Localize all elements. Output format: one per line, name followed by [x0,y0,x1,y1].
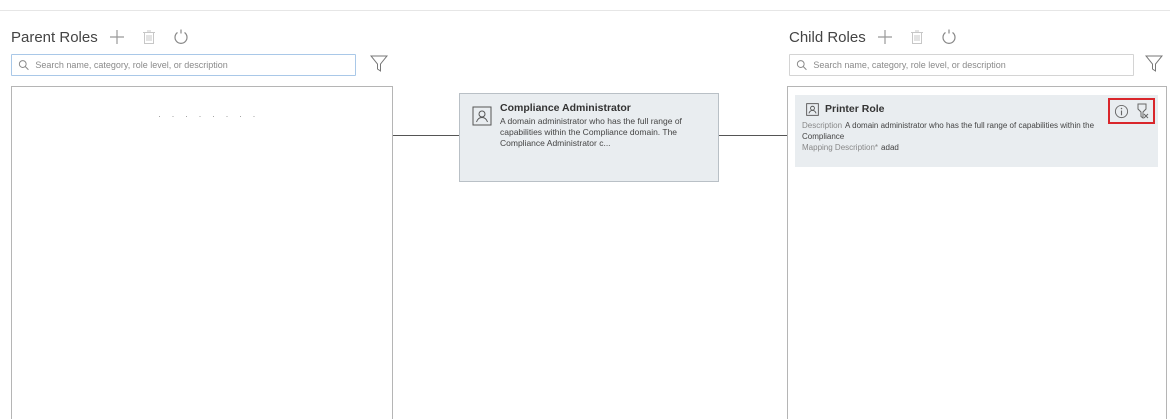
parent-connector-line [393,135,459,136]
top-divider [0,10,1170,11]
child-role-details: Description A domain administrator who ha… [802,120,1102,153]
search-icon [796,60,807,71]
child-role-name: Printer Role [825,103,885,115]
child-roles-title: Child Roles [789,28,866,46]
info-icon[interactable] [1114,104,1129,119]
delete-icon[interactable] [140,28,158,46]
delete-icon[interactable] [908,28,926,46]
mapping-description-row: Mapping Description* adad [802,142,1102,153]
description-label: Description [802,121,843,130]
filter-icon[interactable] [1145,54,1163,74]
selected-role-title: Compliance Administrator [500,102,631,114]
loading-indicator: · · · · · · · · [158,111,260,121]
description-value: A domain administrator who has the full … [802,121,1095,141]
add-icon[interactable] [108,28,126,46]
refresh-icon[interactable] [940,28,958,46]
child-role-description-row: Description A domain administrator who ha… [802,120,1102,142]
parent-roles-list: · · · · · · · · [11,86,393,419]
parent-search-input[interactable] [35,60,355,70]
child-role-card[interactable]: Printer Role Description A domain adminis… [795,95,1158,167]
parent-search-box[interactable] [11,54,356,76]
role-icon [806,103,819,116]
unassign-icon[interactable] [1135,103,1149,119]
card-actions-highlight [1108,98,1155,124]
refresh-icon[interactable] [172,28,190,46]
add-icon[interactable] [876,28,894,46]
child-roles-header: Child Roles [789,27,972,47]
child-search-input[interactable] [813,60,1133,70]
child-connector-line [719,135,787,136]
mapping-description-value: adad [881,143,899,152]
selected-role-card[interactable]: Compliance Administrator A domain admini… [459,93,719,182]
parent-roles-title: Parent Roles [11,28,98,46]
child-search-box[interactable] [789,54,1134,76]
selected-role-description: A domain administrator who has the full … [500,116,682,148]
mapping-description-label: Mapping Description* [802,143,879,152]
search-icon [18,60,29,71]
filter-icon[interactable] [370,54,388,74]
role-icon [472,106,492,126]
parent-roles-header: Parent Roles [11,27,204,47]
